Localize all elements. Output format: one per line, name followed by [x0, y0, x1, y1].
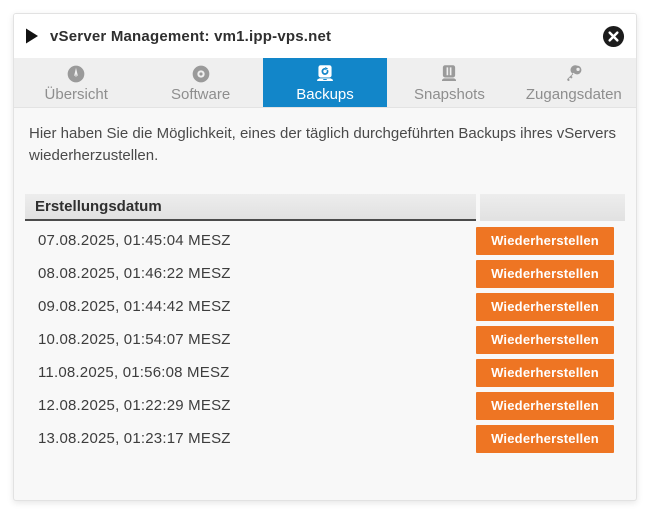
tab-label: Snapshots: [414, 86, 485, 103]
close-icon: [602, 25, 625, 48]
play-triangle-icon: [25, 28, 39, 44]
table-row: 10.08.2025, 01:54:07 MESZ Wiederherstell…: [25, 323, 625, 356]
tab-label: Software: [171, 86, 230, 103]
table-row: 07.08.2025, 01:45:04 MESZ Wiederherstell…: [25, 224, 625, 257]
table-row: 12.08.2025, 01:22:29 MESZ Wiederherstell…: [25, 389, 625, 422]
tab-label: Backups: [296, 86, 354, 103]
dialog-title: vServer Management: vm1.ipp-vps.net: [50, 28, 331, 45]
dialog-titlebar: vServer Management: vm1.ipp-vps.net: [14, 14, 636, 58]
close-button[interactable]: [602, 25, 625, 48]
gauge-icon: [66, 63, 86, 84]
restore-button[interactable]: Wiederherstellen: [476, 227, 614, 255]
restore-button[interactable]: Wiederherstellen: [476, 260, 614, 288]
table-row: 13.08.2025, 01:23:17 MESZ Wiederherstell…: [25, 422, 625, 455]
backups-description: Hier haben Sie die Möglichkeit, eines de…: [29, 123, 623, 167]
restore-button[interactable]: Wiederherstellen: [476, 359, 614, 387]
backups-table-header: Erstellungsdatum: [25, 194, 625, 221]
tab-backups[interactable]: Backups: [263, 58, 387, 107]
tab-uebersicht[interactable]: Übersicht: [14, 58, 138, 107]
backups-table-body: 07.08.2025, 01:45:04 MESZ Wiederherstell…: [25, 224, 625, 455]
tab-label: Zugangsdaten: [526, 86, 622, 103]
disc-icon: [191, 63, 211, 84]
backup-date: 07.08.2025, 01:45:04 MESZ: [25, 232, 476, 249]
restore-button[interactable]: Wiederherstellen: [476, 392, 614, 420]
backup-drive-icon: [314, 63, 336, 84]
backup-date: 08.08.2025, 01:46:22 MESZ: [25, 265, 476, 282]
tab-snapshots[interactable]: Snapshots: [387, 58, 511, 107]
column-header-action: [480, 194, 625, 221]
backup-date: 10.08.2025, 01:54:07 MESZ: [25, 331, 476, 348]
backups-panel: Hier haben Sie die Möglichkeit, eines de…: [14, 108, 636, 500]
tab-bar: Übersicht Software: [14, 58, 636, 108]
backup-date: 13.08.2025, 01:23:17 MESZ: [25, 430, 476, 447]
backup-date: 12.08.2025, 01:22:29 MESZ: [25, 397, 476, 414]
vserver-management-dialog: vServer Management: vm1.ipp-vps.net Üb: [13, 13, 637, 501]
restore-button[interactable]: Wiederherstellen: [476, 293, 614, 321]
table-row: 09.08.2025, 01:44:42 MESZ Wiederherstell…: [25, 290, 625, 323]
tab-label: Übersicht: [45, 86, 108, 103]
table-row: 08.08.2025, 01:46:22 MESZ Wiederherstell…: [25, 257, 625, 290]
restore-button[interactable]: Wiederherstellen: [476, 326, 614, 354]
tab-zugangsdaten[interactable]: Zugangsdaten: [512, 58, 636, 107]
backup-date: 09.08.2025, 01:44:42 MESZ: [25, 298, 476, 315]
restore-button[interactable]: Wiederherstellen: [476, 425, 614, 453]
column-header-erstellungsdatum: Erstellungsdatum: [25, 194, 476, 221]
key-icon: [563, 63, 584, 84]
backup-date: 11.08.2025, 01:56:08 MESZ: [25, 364, 476, 381]
tab-software[interactable]: Software: [138, 58, 262, 107]
snapshot-drive-icon: [438, 63, 460, 84]
table-row: 11.08.2025, 01:56:08 MESZ Wiederherstell…: [25, 356, 625, 389]
